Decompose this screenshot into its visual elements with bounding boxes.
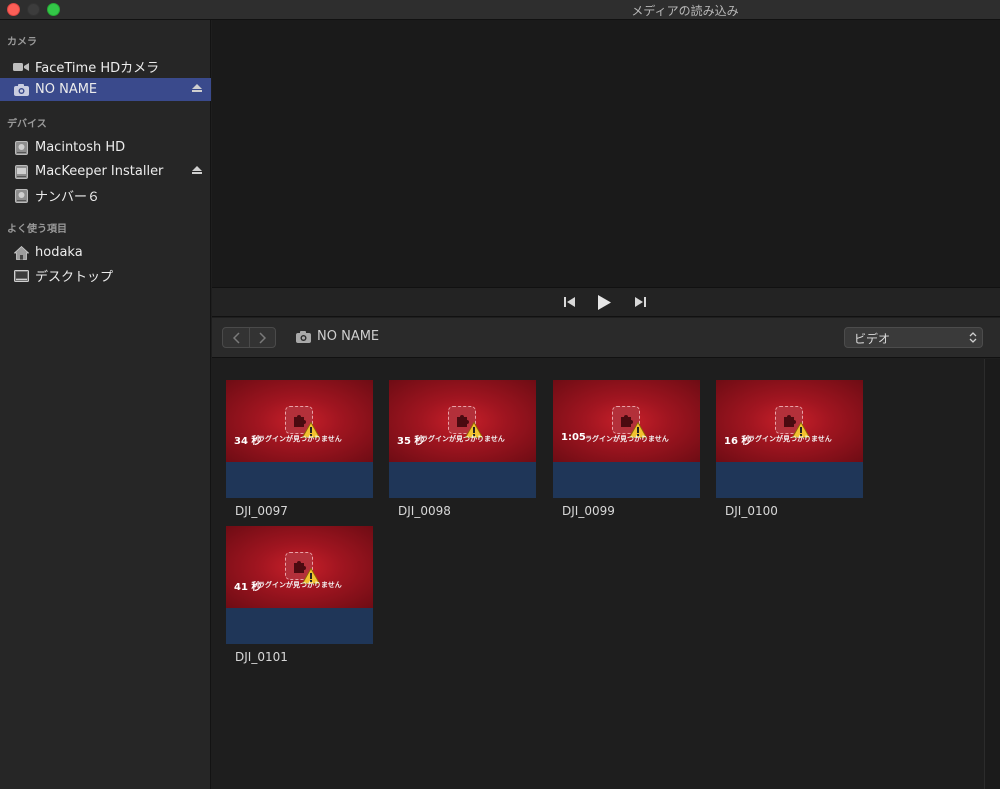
forward-button[interactable] [249, 328, 275, 347]
sidebar-item-label: NO NAME [35, 82, 98, 97]
plugin-missing-message: ラグインが見つかりません [258, 581, 342, 589]
clip-name: DJI_0100 [725, 504, 778, 518]
media-filter-select[interactable]: ビデオ [844, 327, 983, 348]
plugin-missing-message: ラグインが見つかりません [748, 435, 832, 443]
home-icon [13, 245, 29, 260]
sidebar-item-mackeeper-installer[interactable]: MacKeeper Installer [0, 160, 211, 183]
video-camera-icon [13, 60, 29, 74]
clip-thumbnail[interactable]: 35 秒 ラグインが見つかりません [389, 380, 536, 498]
clip-browser-scrollbar[interactable] [984, 359, 1000, 789]
preview-viewer [212, 20, 1000, 287]
media-filter-value: ビデオ [854, 332, 891, 346]
skip-forward-icon [635, 297, 646, 307]
sidebar-item-facetime-camera[interactable]: FaceTime HDカメラ [0, 55, 211, 78]
sidebar-item-hodaka[interactable]: hodaka [0, 241, 211, 264]
history-navigation [222, 327, 276, 348]
clip-name: DJI_0101 [235, 650, 288, 664]
transport-controls [212, 287, 1000, 317]
sidebar-item-label: MacKeeper Installer [35, 164, 164, 179]
sidebar-item-label: FaceTime HDカメラ [35, 61, 160, 76]
plugin-missing-message: ラグインが見つかりません [585, 435, 669, 443]
hard-drive-icon [13, 188, 29, 203]
sidebar-item-number-6[interactable]: ナンバー６ [0, 184, 211, 207]
hard-drive-icon [13, 140, 29, 155]
skip-forward-button[interactable] [634, 294, 646, 310]
updown-arrows-icon [969, 332, 977, 343]
sidebar-item-desktop[interactable]: デスクトップ [0, 264, 211, 287]
desktop-icon [13, 269, 29, 283]
eject-icon[interactable] [192, 84, 202, 94]
hard-drive-icon [13, 164, 29, 179]
chevron-left-icon [232, 331, 240, 344]
clip-duration: 1:05 [561, 432, 586, 443]
sidebar-item-label: hodaka [35, 245, 83, 260]
clip-tile[interactable]: 41 秒 ラグインが見つかりません DJI_0101 [226, 526, 373, 664]
sidebar-item-label: ナンバー６ [35, 190, 101, 205]
location-label: NO NAME [317, 329, 380, 344]
clip-thumbnail[interactable]: 41 秒 ラグインが見つかりません [226, 526, 373, 644]
play-button[interactable] [598, 294, 611, 310]
skip-back-button[interactable] [564, 294, 576, 310]
skip-back-icon [564, 297, 575, 307]
play-icon [598, 294, 611, 310]
clip-tile[interactable]: 35 秒 ラグインが見つかりません DJI_0098 [389, 380, 536, 518]
eject-icon[interactable] [192, 166, 202, 176]
clip-thumbnail[interactable]: 16 秒 ラグインが見つかりません [716, 380, 863, 498]
clip-thumbnail[interactable]: 34 秒 ラグインが見つかりません [226, 380, 373, 498]
plugin-missing-message: ラグインが見つかりません [421, 435, 505, 443]
clip-tile[interactable]: 1:05 ラグインが見つかりません DJI_0099 [553, 380, 700, 518]
clip-name: DJI_0097 [235, 504, 288, 518]
clip-name: DJI_0098 [398, 504, 451, 518]
back-button[interactable] [223, 328, 249, 347]
sidebar: カメラ FaceTime HDカメラ NO NAME デバイス Macintos… [0, 20, 211, 789]
browser-toolbar: NO NAME ビデオ [212, 318, 1000, 358]
plugin-missing-message: ラグインが見つかりません [258, 435, 342, 443]
sidebar-item-label: デスクトップ [35, 270, 114, 285]
sidebar-item-label: Macintosh HD [35, 140, 126, 155]
camera-icon [296, 330, 311, 343]
chevron-right-icon [259, 331, 266, 344]
clip-tile[interactable]: 16 秒 ラグインが見つかりません DJI_0100 [716, 380, 863, 518]
clip-name: DJI_0099 [562, 504, 615, 518]
sidebar-item-macintosh-hd[interactable]: Macintosh HD [0, 136, 211, 159]
camera-icon [13, 83, 29, 97]
clip-tile[interactable]: 34 秒 ラグインが見つかりません DJI_0097 [226, 380, 373, 518]
clip-browser: 34 秒 ラグインが見つかりません DJI_0097 35 秒 ラグインが見つか… [212, 359, 984, 789]
section-devices: デバイス [7, 119, 47, 130]
window-title: メディアの読み込み [631, 4, 739, 18]
section-cameras: カメラ [7, 37, 37, 48]
title-bar: メディアの読み込み [0, 0, 1000, 20]
clip-thumbnail[interactable]: 1:05 ラグインが見つかりません [553, 380, 700, 498]
current-location: NO NAME [296, 329, 379, 344]
section-favorites: よく使う項目 [7, 224, 67, 235]
sidebar-item-no-name[interactable]: NO NAME [0, 78, 211, 101]
